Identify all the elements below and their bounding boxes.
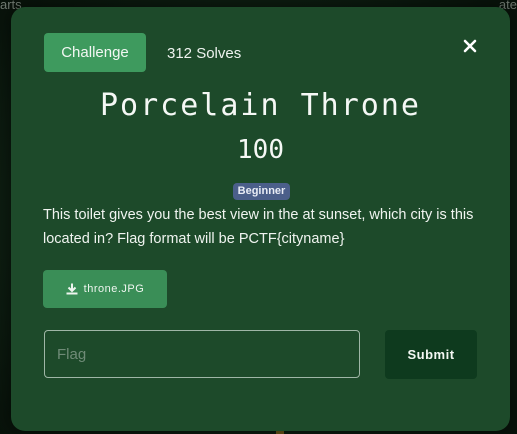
close-icon[interactable] [460, 36, 480, 56]
tab-challenge[interactable]: Challenge [44, 33, 146, 72]
challenge-title: Porcelain Throne [100, 88, 421, 123]
difficulty-badge: Beginner [233, 183, 290, 200]
tab-solves[interactable]: 312 Solves [167, 33, 241, 72]
download-file-button[interactable]: throne.JPG [43, 270, 167, 308]
challenge-modal: Challenge 312 Solves Porcelain Throne 10… [11, 7, 510, 431]
download-icon [66, 283, 78, 295]
flag-input[interactable] [44, 330, 360, 378]
challenge-description: This toilet gives you the best view in t… [43, 207, 474, 247]
submit-button[interactable]: Submit [385, 330, 477, 379]
challenge-value: 100 [237, 135, 284, 165]
download-file-label: throne.JPG [83, 283, 145, 295]
